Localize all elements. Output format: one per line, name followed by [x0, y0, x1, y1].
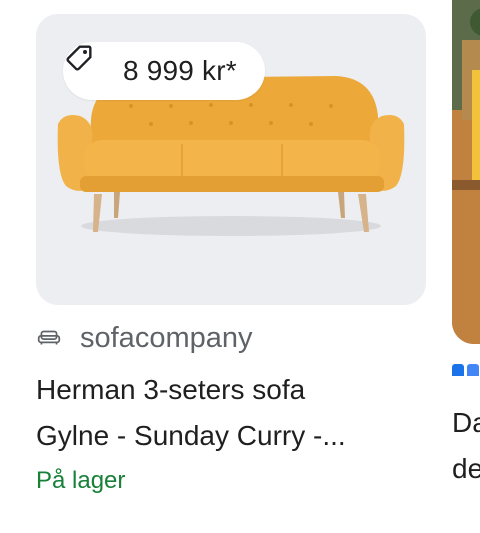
next-product-title[interactable]: Da de — [452, 400, 480, 492]
store-row[interactable]: sofacompany — [36, 318, 253, 358]
sofa-icon — [36, 325, 62, 351]
next-product-title-line-1: Da — [452, 407, 480, 438]
next-product-store-logo — [452, 364, 479, 376]
product-title-line-1: Herman 3-seters sofa — [36, 374, 306, 405]
product-image[interactable]: 8 999 kr* — [36, 14, 426, 305]
price-badge: 8 999 kr* — [63, 42, 265, 100]
price-text: 8 999 kr* — [123, 55, 237, 86]
next-product-image[interactable] — [452, 0, 480, 344]
next-product-title-line-2: de — [452, 453, 480, 484]
product-title[interactable]: Herman 3-seters sofa Gylne - Sunday Curr… — [36, 367, 436, 459]
stock-status: På lager — [36, 467, 126, 494]
product-title-line-2: Gylne - Sunday Curry -... — [36, 420, 346, 451]
tag-icon — [66, 45, 113, 87]
store-name: sofacompany — [80, 321, 253, 354]
